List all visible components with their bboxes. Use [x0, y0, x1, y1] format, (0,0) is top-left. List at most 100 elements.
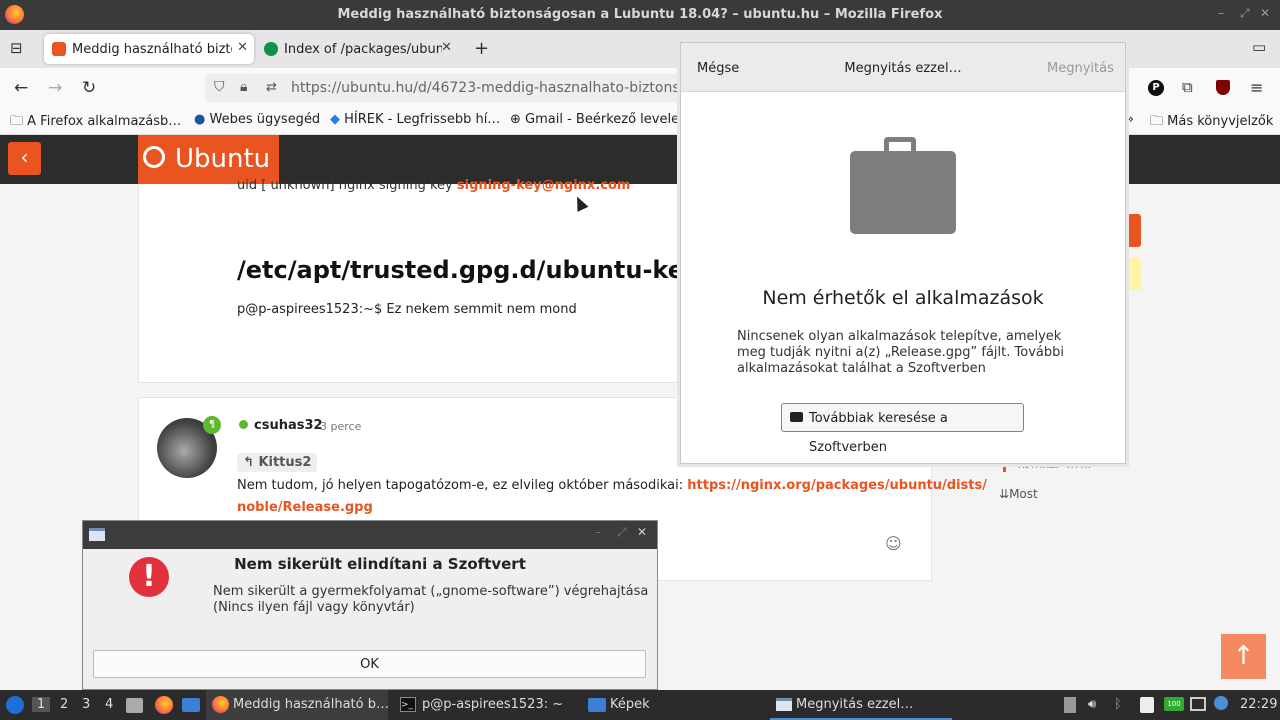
- taskbar-item-open-with[interactable]: Megnyitás ezzel…: [770, 690, 952, 720]
- reply-icon: ↰: [243, 455, 254, 470]
- bookmark-hirek[interactable]: ◆ HÍREK - Legfrissebb hí…: [330, 112, 500, 127]
- post-text-body: Nem tudom, jó helyen tapogatózom-e, ez e…: [237, 478, 684, 493]
- bookmark-favicon-icon: ●: [194, 112, 206, 127]
- button-label: Továbbiak keresése a Szoftverben: [809, 411, 948, 455]
- display-tray-icon[interactable]: [1190, 697, 1206, 711]
- extensions-puzzle-icon[interactable]: ⧉: [1182, 78, 1193, 96]
- ublock-icon[interactable]: [1216, 80, 1230, 95]
- desktop-launcher-icon[interactable]: [182, 698, 200, 712]
- scroll-to-top-button[interactable]: ↑: [1221, 634, 1266, 679]
- close-window-icon[interactable]: ✕: [637, 525, 647, 539]
- post-author[interactable]: csuhas32: [254, 418, 323, 433]
- workspace-2[interactable]: 2: [60, 697, 68, 712]
- maximize-window-icon[interactable]: ⤢: [1240, 6, 1250, 21]
- back-button[interactable]: ‹: [8, 142, 41, 175]
- tab-overview-icon[interactable]: ⊟: [10, 39, 23, 57]
- add-reaction-icon[interactable]: ☺: [885, 534, 902, 553]
- permissions-icon[interactable]: ⇄: [266, 80, 277, 95]
- error-message: Nem sikerült a gyermekfolyamat („gnome-s…: [213, 584, 649, 599]
- minimize-window-icon[interactable]: –: [1218, 6, 1224, 20]
- post-code-line: uid [ unknown] nginx signing key signing…: [237, 178, 630, 193]
- briefcase-icon: [790, 412, 803, 422]
- new-tab-icon[interactable]: +: [474, 38, 489, 59]
- reply-button-edge[interactable]: [1126, 214, 1141, 247]
- maximize-window-icon[interactable]: ⤢: [617, 525, 627, 540]
- dialog-heading: Nem érhetők el alkalmazások: [762, 287, 1044, 309]
- folder-icon: [588, 698, 606, 712]
- workspace-4[interactable]: 4: [105, 697, 113, 712]
- globe-icon: ⊕: [510, 112, 521, 127]
- url-text[interactable]: https://ubuntu.hu/d/46723-meddig-hasznal…: [291, 80, 713, 96]
- close-tab-icon[interactable]: ✕: [237, 40, 248, 55]
- follow-button-edge[interactable]: [1126, 258, 1141, 290]
- taskbar: 1 2 3 4 Meddig használható b… >_ p@p-asp…: [0, 690, 1280, 720]
- forward-arrow-icon[interactable]: →: [48, 78, 62, 98]
- bookmark-label: A Firefox alkalmazásb…: [27, 114, 182, 129]
- bookmark-ugysegedr[interactable]: ● Webes ügysegéd: [194, 112, 320, 127]
- start-menu-icon[interactable]: [6, 696, 24, 714]
- chevron-left-icon: ‹: [20, 145, 29, 169]
- error-title: Nem sikerült elindítani a Szoftvert: [234, 555, 526, 573]
- nginx-favicon-icon: [264, 42, 278, 56]
- find-in-software-button[interactable]: Továbbiak keresése a Szoftverben: [781, 403, 1024, 455]
- close-window-icon[interactable]: ✕: [1260, 6, 1270, 20]
- toolbox-handle: [884, 137, 916, 151]
- menu-hamburger-icon[interactable]: ≡: [1250, 78, 1263, 97]
- workspace-1[interactable]: 1: [32, 697, 50, 712]
- post-text: Nem tudom, jó helyen tapogatózom-e, ez e…: [237, 478, 987, 493]
- close-tab-icon[interactable]: ✕: [441, 40, 452, 55]
- volume-tray-icon[interactable]: 🔊︎: [1088, 697, 1096, 712]
- site-logo[interactable]: Ubuntu: [138, 135, 279, 184]
- shield-icon[interactable]: ⛉: [214, 79, 225, 95]
- error-dialog-titlebar: – ⤢ ✕: [83, 521, 657, 549]
- code-line-text: uid [ unknown] nginx signing key: [237, 178, 453, 193]
- updates-tray-icon[interactable]: [1214, 696, 1228, 710]
- bookmark-other[interactable]: 🗀︎ Más könyvjelzők: [1150, 112, 1273, 134]
- back-arrow-icon[interactable]: ←: [14, 78, 28, 98]
- double-chevron-down-icon: ⇊: [999, 487, 1010, 501]
- folder-icon: 🗀︎: [10, 114, 24, 129]
- logo-text: Ubuntu: [175, 144, 271, 174]
- bookmark-label: Más könyvjelzők: [1167, 114, 1274, 129]
- lock-icon[interactable]: 🔒︎: [240, 79, 247, 95]
- bluetooth-tray-icon[interactable]: ᛒ: [1114, 697, 1122, 712]
- scrubber-now-label: Most: [1009, 487, 1038, 501]
- files-launcher-icon[interactable]: [126, 698, 143, 713]
- taskbar-item-firefox[interactable]: Meddig használható b…: [206, 690, 389, 720]
- bookmark-gmail[interactable]: ⊕ Gmail - Beérkező levelek: [510, 112, 687, 127]
- window-title: Meddig használható biztonságosan a Lubun…: [337, 7, 943, 22]
- terminal-icon: >_: [400, 697, 416, 712]
- battery-tray-icon[interactable]: 100: [1164, 697, 1184, 711]
- post-link[interactable]: https://nginx.org/packages/ubuntu/dists/: [687, 478, 987, 493]
- minimize-window-icon[interactable]: –: [595, 525, 601, 539]
- ok-button[interactable]: OK: [93, 650, 646, 678]
- bookmarks-overflow-icon[interactable]: »: [1126, 112, 1134, 127]
- bookmark-firefox[interactable]: 🗀︎ A Firefox alkalmazásb…: [10, 112, 181, 134]
- reply-to-chip[interactable]: ↰ Kittus2: [237, 453, 318, 472]
- email-link[interactable]: signing-key@nginx.com: [457, 178, 631, 193]
- dialog-header: Mégse Megnyitás ezzel… Megnyitás: [681, 43, 1125, 92]
- post-link-cont[interactable]: noble/Release.gpg: [237, 500, 373, 515]
- workspace-3[interactable]: 3: [82, 697, 90, 712]
- tab-label: Meddig használható bizto: [72, 41, 232, 57]
- list-all-tabs-icon[interactable]: ▭: [1252, 38, 1266, 56]
- online-status-icon: [239, 420, 248, 429]
- taskbar-item-images[interactable]: Képek: [584, 690, 754, 720]
- scrubber-now[interactable]: ⇊Most: [999, 487, 1038, 501]
- clipboard-tray-icon[interactable]: [1064, 697, 1076, 713]
- notes-tray-icon[interactable]: [1140, 697, 1154, 713]
- post-time[interactable]: 3 perce: [320, 420, 361, 433]
- tab-active[interactable]: Meddig használható bizto ✕: [44, 34, 254, 64]
- window-icon: [89, 528, 105, 541]
- taskbar-item-label: p@p-aspirees1523: ~: [422, 697, 564, 712]
- open-button[interactable]: Megnyitás: [1047, 61, 1114, 76]
- window-icon: [776, 698, 792, 711]
- extension-p-icon[interactable]: P: [1148, 80, 1164, 96]
- firefox-launcher-icon[interactable]: [155, 696, 173, 714]
- reload-icon[interactable]: ↻: [82, 78, 96, 98]
- tab-packages[interactable]: Index of /packages/ubunt ✕: [256, 34, 458, 64]
- error-detail: (Nincs ilyen fájl vagy könyvtár): [213, 600, 415, 615]
- taskbar-item-terminal[interactable]: >_ p@p-aspirees1523: ~: [394, 690, 574, 720]
- clock[interactable]: 22:29: [1240, 697, 1277, 712]
- arrow-up-icon: ↑: [1232, 641, 1255, 671]
